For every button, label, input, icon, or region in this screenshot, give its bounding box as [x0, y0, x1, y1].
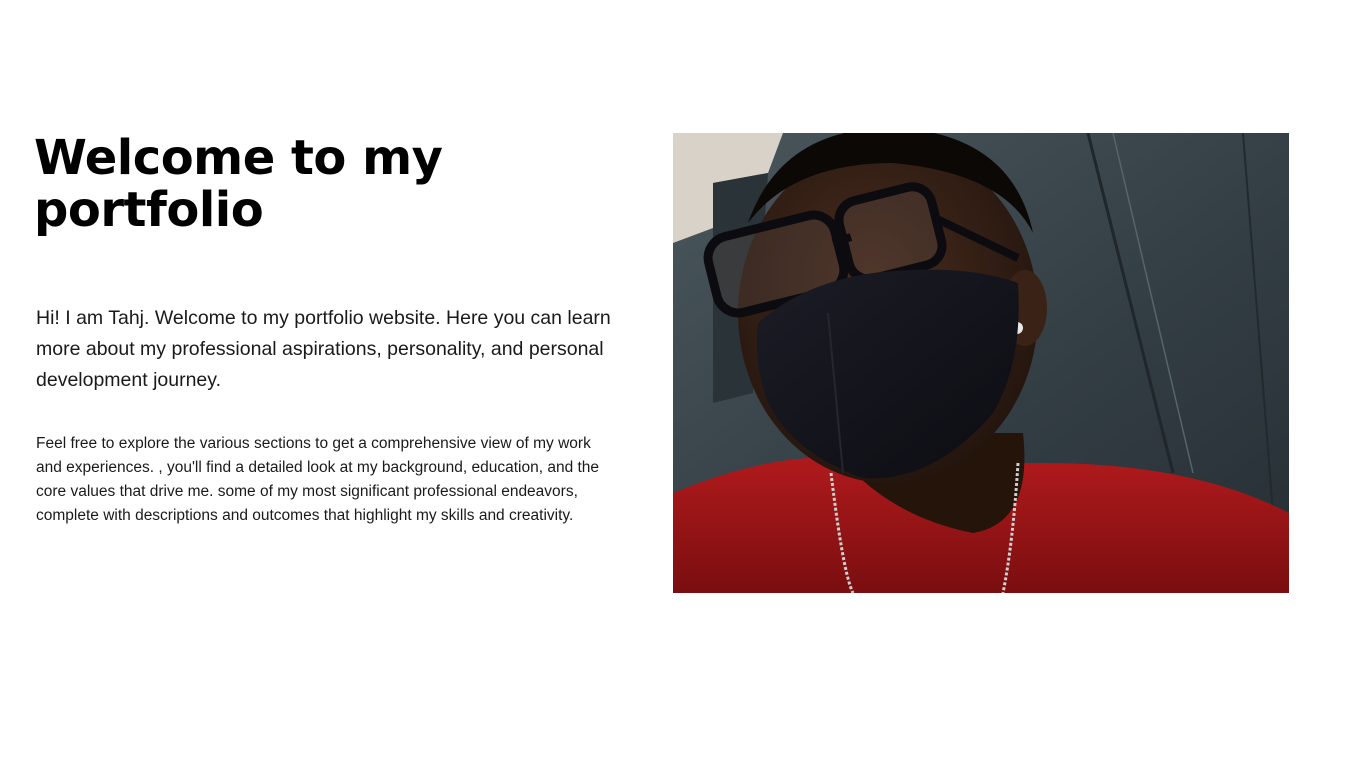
portfolio-page: Welcome to my portfolio Hi! I am Tahj. W…	[0, 0, 1366, 768]
intro-paragraph: Hi! I am Tahj. Welcome to my portfolio w…	[36, 307, 611, 391]
page-title: Welcome to my portfolio	[34, 130, 443, 238]
details-paragraph: Feel free to explore the various section…	[36, 435, 600, 524]
portrait-illustration	[673, 133, 1289, 593]
portrait-photo	[673, 133, 1289, 593]
